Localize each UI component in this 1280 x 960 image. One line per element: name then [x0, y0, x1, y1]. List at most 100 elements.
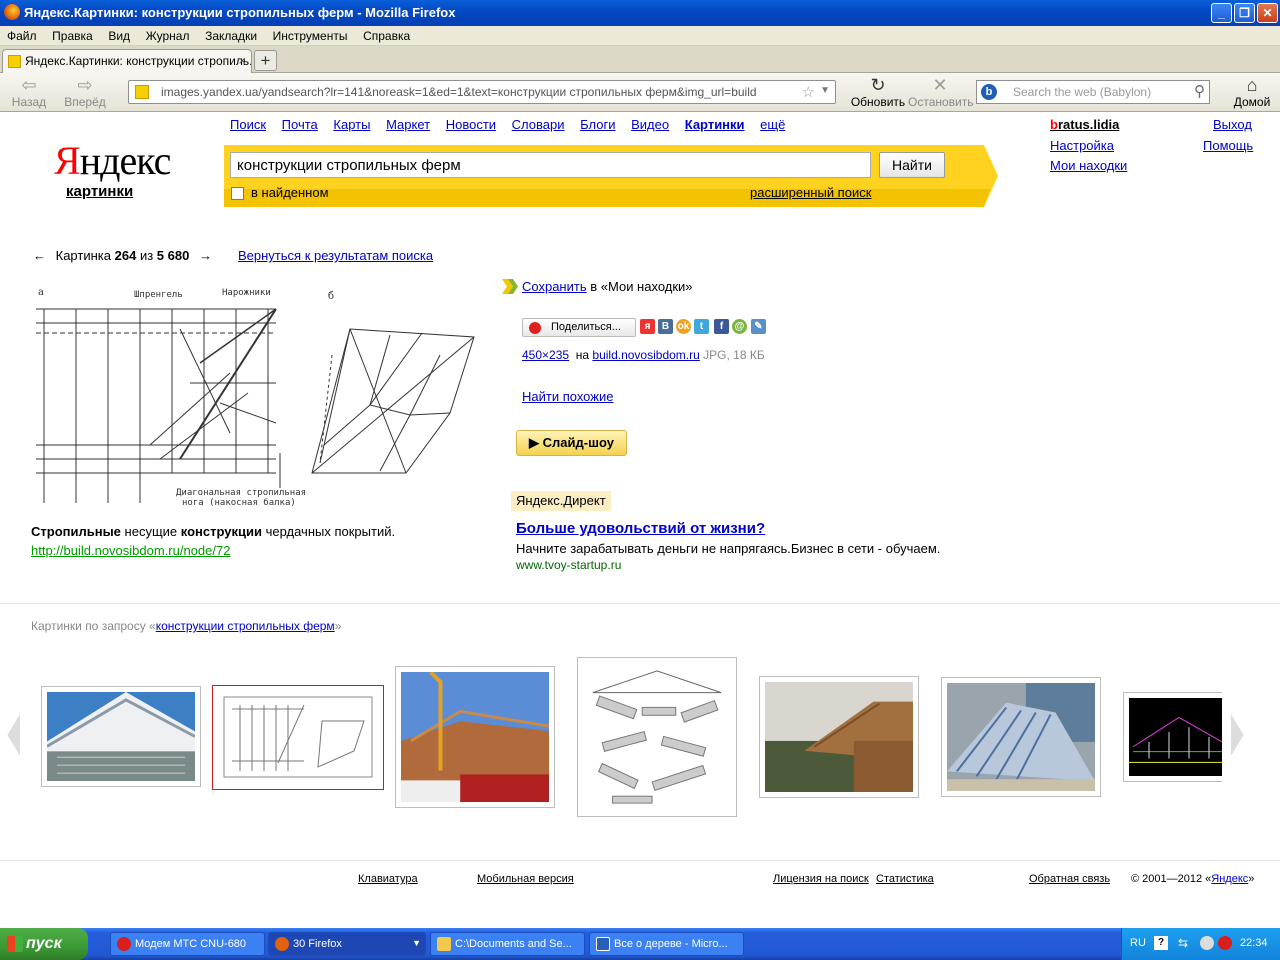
thumbnail-6[interactable] [941, 677, 1101, 797]
menu-history[interactable]: Журнал [139, 26, 195, 43]
stop-button[interactable]: ✕ Остановить [908, 75, 974, 109]
copyright-yandex-link[interactable]: Яндекс [1211, 873, 1248, 885]
ad-url[interactable]: www.tvoy-startup.ru [516, 558, 621, 572]
menu-tools[interactable]: Инструменты [266, 26, 353, 43]
url-dropdown-icon[interactable]: ▼ [820, 85, 830, 96]
back-to-results-link[interactable]: Вернуться к результатам поиска [238, 248, 433, 263]
search-icon[interactable]: ⚲ [1194, 82, 1205, 100]
related-query-link[interactable]: конструкции стропильных ферм [156, 619, 335, 633]
new-tab-button[interactable]: + [254, 50, 277, 71]
mobile-version-link[interactable]: Мобильная версия [477, 873, 574, 885]
slideshow-button[interactable]: ▶ Слайд-шоу [516, 430, 627, 456]
site-link[interactable]: build.novosibdom.ru [592, 348, 699, 362]
statistics-link[interactable]: Статистика [876, 873, 934, 885]
close-button[interactable]: ✕ [1257, 3, 1278, 23]
save-line: Сохранить в «Мои находки» [522, 279, 693, 294]
nav-more[interactable]: ещё [760, 117, 785, 132]
reload-button[interactable]: ↻ Обновить [850, 75, 906, 109]
menu-edit[interactable]: Правка [45, 26, 98, 43]
logout-link[interactable]: Выход [1213, 117, 1252, 132]
next-image-arrow[interactable]: → [199, 248, 212, 263]
help-tray-icon[interactable]: ? [1154, 936, 1168, 950]
search-query-input[interactable]: конструкции стропильных ферм [230, 152, 871, 178]
opera-tray-icon[interactable] [1218, 936, 1232, 950]
label-narozhniki: Нарожники [222, 288, 271, 298]
thumbnail-5[interactable] [759, 676, 919, 798]
bookmark-star-icon[interactable]: ☆ [802, 83, 815, 101]
task-firefox[interactable]: 30 Firefox ▼ [268, 932, 426, 956]
task-explorer[interactable]: C:\Documents and Se... [430, 932, 585, 956]
nav-search[interactable]: Поиск [230, 117, 266, 132]
network-tray-icon[interactable]: ⇆ [1178, 936, 1188, 950]
menu-view[interactable]: Вид [101, 26, 135, 43]
thumbnail-7[interactable] [1123, 692, 1223, 782]
ad-title-link[interactable]: Больше удовольствий от жизни? [516, 520, 765, 537]
web-search-box[interactable]: b Search the web (Babylon) ⚲ [976, 80, 1210, 104]
tab-close-icon[interactable]: × [238, 53, 246, 68]
nav-video[interactable]: Видео [631, 117, 669, 132]
related-suffix: » [334, 619, 342, 633]
vkontakte-icon[interactable]: В [658, 319, 673, 334]
start-button[interactable]: пуск [0, 928, 88, 960]
username-link[interactable]: bratus.lidia [1050, 117, 1119, 132]
task-word[interactable]: Все о дереве - Micro... [589, 932, 744, 956]
nav-maps[interactable]: Карты [333, 117, 370, 132]
settings-link[interactable]: Настройка [1050, 138, 1114, 153]
menu-bookmarks[interactable]: Закладки [198, 26, 262, 43]
nav-news[interactable]: Новости [446, 117, 496, 132]
yandex-logo[interactable]: Яндекс [54, 137, 171, 184]
save-arrow-icon [502, 279, 518, 294]
nav-blogs[interactable]: Блоги [580, 117, 615, 132]
language-indicator[interactable]: RU [1130, 937, 1146, 949]
home-button[interactable]: ⌂ Домой [1232, 75, 1272, 109]
license-link[interactable]: Лицензия на поиск [773, 873, 869, 885]
maximize-button[interactable]: ❐ [1234, 3, 1255, 23]
feedback-link[interactable]: Обратная связь [1029, 873, 1110, 885]
livejournal-icon[interactable]: ✎ [751, 319, 766, 334]
tab-yandex-images[interactable]: Яндекс.Картинки: конструкции стропиль...… [2, 49, 252, 73]
back-button[interactable]: ⇦ Назад [8, 75, 50, 109]
nav-dictionaries[interactable]: Словари [512, 117, 565, 132]
main-image-drawing-a[interactable]: а Шпренгель Нарожники Диагональная строп… [30, 283, 330, 515]
forward-button[interactable]: ⇨ Вперёд [60, 75, 110, 109]
save-link[interactable]: Сохранить [522, 279, 587, 294]
tray-app-icon[interactable] [1200, 936, 1214, 950]
keyboard-link[interactable]: Клавиатура [358, 873, 418, 885]
nav-images[interactable]: Картинки [685, 117, 745, 132]
share-button[interactable]: Поделиться... [522, 318, 636, 337]
find-similar-link[interactable]: Найти похожие [522, 389, 613, 404]
yaru-icon[interactable]: я [640, 319, 655, 334]
carousel-prev-icon[interactable] [6, 713, 22, 757]
opera-icon [117, 937, 131, 951]
task-modem[interactable]: Модем МТС CNU-680 [110, 932, 265, 956]
menu-help[interactable]: Справка [356, 26, 415, 43]
prev-image-arrow[interactable]: ← [33, 248, 46, 263]
in-found-checkbox[interactable] [231, 187, 244, 200]
thumbnail-3[interactable] [395, 666, 555, 808]
thumbnail-4[interactable] [577, 657, 737, 817]
thumbnail-2-selected[interactable] [212, 685, 384, 790]
twitter-icon[interactable]: t [694, 319, 709, 334]
facebook-icon[interactable]: f [714, 319, 729, 334]
main-image-drawing-b[interactable]: б [310, 285, 480, 485]
nav-market[interactable]: Маркет [386, 117, 430, 132]
service-name[interactable]: картинки [66, 183, 133, 200]
url-bar[interactable]: images.yandex.ua/yandsearch?lr=141&norea… [128, 80, 836, 104]
nav-mail[interactable]: Почта [282, 117, 318, 132]
clock[interactable]: 22:34 [1240, 937, 1268, 949]
menu-file[interactable]: Файл [0, 26, 42, 43]
thumbnail-1[interactable] [41, 686, 201, 787]
related-prefix: Картинки по запросу « [31, 619, 156, 633]
advanced-search-link[interactable]: расширенный поиск [750, 185, 871, 200]
find-button[interactable]: Найти [879, 152, 945, 178]
odnoklassniki-icon[interactable]: ok [676, 319, 691, 334]
source-url-link[interactable]: http://build.novosibdom.ru/node/72 [31, 543, 230, 558]
minimize-button[interactable]: _ [1211, 3, 1232, 23]
moimir-icon[interactable]: @ [732, 319, 747, 334]
help-link[interactable]: Помощь [1203, 138, 1253, 153]
my-finds-link[interactable]: Мои находки [1050, 158, 1127, 173]
navigation-toolbar: ⇦ Назад ⇨ Вперёд images.yandex.ua/yandse… [0, 73, 1280, 112]
image-size-link[interactable]: 450×235 [522, 348, 569, 362]
counter-prefix: Картинка [55, 248, 111, 263]
carousel-next-icon[interactable] [1229, 713, 1245, 757]
